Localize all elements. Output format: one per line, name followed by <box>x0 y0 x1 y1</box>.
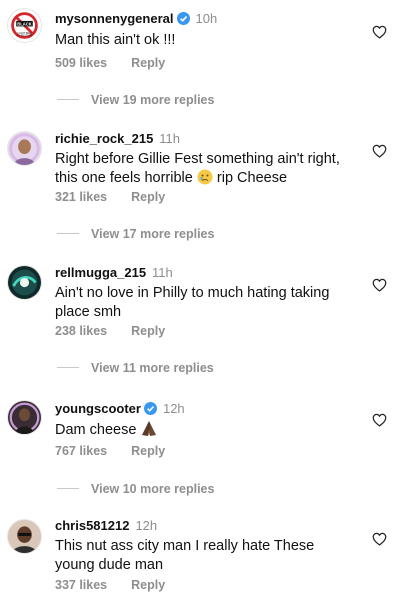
comment-meta: 509 likes Reply <box>55 56 165 70</box>
reply-button[interactable]: Reply <box>131 56 165 70</box>
divider <box>57 99 79 100</box>
verified-badge-icon <box>176 12 190 25</box>
heart-icon[interactable] <box>372 532 387 546</box>
divider <box>57 367 79 368</box>
comment-meta: 337 likes Reply <box>55 578 165 592</box>
divider <box>57 233 79 234</box>
comment-header: rellmugga_215 11h <box>55 265 173 281</box>
avatar[interactable] <box>7 265 42 300</box>
view-replies-label: View 10 more replies <box>91 482 215 496</box>
reply-button[interactable]: Reply <box>131 324 165 338</box>
verified-badge-icon <box>143 402 157 415</box>
comment-meta: 321 likes Reply <box>55 190 165 204</box>
comment-header: youngscooter 12h <box>55 401 185 417</box>
heart-icon[interactable] <box>372 413 387 427</box>
comment-header: chris581212 12h <box>55 518 157 534</box>
view-replies-label: View 17 more replies <box>91 227 215 241</box>
comment-text-part: rip Cheese <box>212 170 288 186</box>
view-replies-button[interactable]: View 10 more replies <box>57 482 214 496</box>
likes-count[interactable]: 509 likes <box>55 56 107 70</box>
likes-count[interactable]: 767 likes <box>55 444 107 458</box>
avatar[interactable] <box>7 519 42 554</box>
comment-meta: 767 likes Reply <box>55 444 165 458</box>
reply-button[interactable]: Reply <box>131 190 165 204</box>
reply-button[interactable]: Reply <box>131 444 165 458</box>
likes-count[interactable]: 238 likes <box>55 324 107 338</box>
timestamp: 12h <box>135 518 158 533</box>
username[interactable]: rellmugga_215 <box>55 265 146 280</box>
view-replies-button[interactable]: View 17 more replies <box>57 227 214 241</box>
comment-text: Right before Gillie Fest something ain't… <box>55 150 355 188</box>
timestamp: 10h <box>195 11 218 26</box>
timestamp: 11h <box>152 265 173 280</box>
avatar-text: BLACK <box>17 22 31 27</box>
view-replies-label: View 11 more replies <box>91 361 214 375</box>
timestamp: 11h <box>159 131 181 146</box>
comment-text: Man this ain't ok !!! <box>55 32 176 48</box>
sad-face-emoji-icon <box>197 169 213 185</box>
view-replies-button[interactable]: View 19 more replies <box>57 93 214 107</box>
avatar-text: MY BROTHER <box>17 35 33 38</box>
divider <box>57 488 79 489</box>
comment-text-part: Dam cheese <box>55 422 137 438</box>
username[interactable]: mysonnenygeneral <box>55 11 174 26</box>
comment-text: Dam cheese <box>55 420 355 440</box>
avatar[interactable]: BLACK I CAN'T BELL MY BROTHER <box>7 8 42 43</box>
view-replies-label: View 19 more replies <box>91 93 215 107</box>
praying-hands-emoji-icon <box>142 421 157 436</box>
heart-icon[interactable] <box>372 278 387 292</box>
comment-header: mysonnenygeneral 10h <box>55 11 217 27</box>
username[interactable]: youngscooter <box>55 401 141 416</box>
comment-text: Ain't no love in Philly to much hating t… <box>55 285 330 320</box>
reply-button[interactable]: Reply <box>131 578 165 592</box>
username[interactable]: richie_rock_215 <box>55 131 153 146</box>
avatar[interactable] <box>7 131 42 166</box>
heart-icon[interactable] <box>372 25 387 39</box>
username[interactable]: chris581212 <box>55 518 129 533</box>
comment-meta: 238 likes Reply <box>55 324 165 338</box>
comment-header: richie_rock_215 11h <box>55 131 180 147</box>
likes-count[interactable]: 321 likes <box>55 190 107 204</box>
comment-text: This nut ass city man I really hate Thes… <box>55 538 315 573</box>
likes-count[interactable]: 337 likes <box>55 578 107 592</box>
heart-icon[interactable] <box>372 144 387 158</box>
view-replies-button[interactable]: View 11 more replies <box>57 361 214 375</box>
avatar[interactable] <box>7 400 42 435</box>
timestamp: 12h <box>162 401 185 416</box>
